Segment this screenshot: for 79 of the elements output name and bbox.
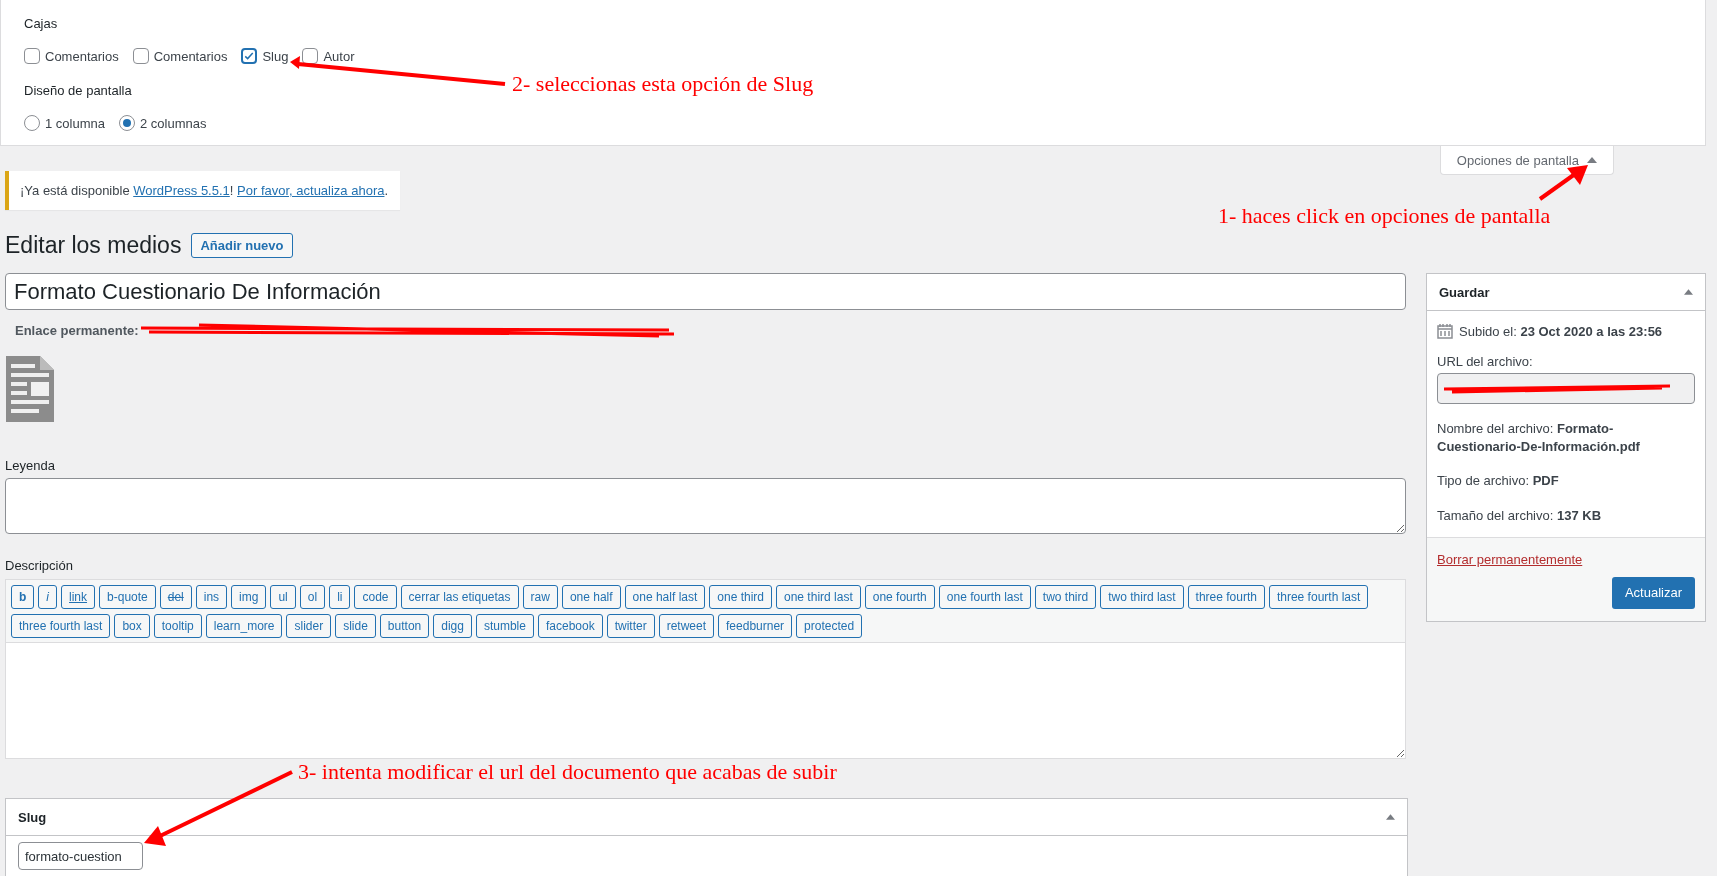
format-button[interactable]: protected	[796, 614, 863, 638]
title-field[interactable]: Formato Cuestionario De Información	[5, 273, 1406, 310]
section-heading: Diseño de pantalla	[24, 83, 132, 98]
format-button[interactable]: cerrar las etiquetas	[400, 585, 519, 609]
format-button[interactable]: del	[159, 585, 192, 609]
section-heading: Cajas	[24, 16, 58, 31]
format-button[interactable]: one fourth	[864, 585, 935, 609]
format-button[interactable]: feedburner	[718, 614, 793, 638]
annotation-text: 1- haces click en opciones de pantalla	[1218, 203, 1551, 229]
upload-date: Subido el: 23 Oct 2020 a las 23:56	[1459, 323, 1663, 339]
caret-icon	[1587, 157, 1597, 163]
format-button[interactable]: three fourth	[1187, 585, 1265, 609]
document-icon	[6, 356, 54, 422]
permalink-label: Enlace permanente:	[15, 322, 139, 338]
format-button[interactable]: img	[231, 585, 267, 609]
slug-field[interactable]: formato-cuestion	[18, 842, 143, 870]
format-button[interactable]: two third last	[1100, 585, 1184, 609]
format-button[interactable]: twitter	[606, 614, 655, 638]
format-button[interactable]: code	[354, 585, 397, 609]
checkbox[interactable]	[302, 48, 319, 64]
format-button[interactable]: slide	[335, 614, 376, 638]
notice-text: ¡Ya está disponible WordPress 5.5.1! Por favor, actualiza ahora.	[20, 183, 389, 198]
screen-options-tab[interactable]: Opciones de pantalla	[1439, 146, 1614, 175]
format-button[interactable]: stumble	[475, 614, 534, 638]
format-button[interactable]: one half last	[624, 585, 706, 609]
radio-button[interactable]	[119, 115, 135, 131]
checkbox[interactable]	[132, 48, 149, 64]
url-field[interactable]	[1437, 373, 1695, 404]
format-button[interactable]: link	[61, 585, 96, 609]
format-button[interactable]: raw	[522, 585, 558, 609]
format-button[interactable]: li	[329, 585, 351, 609]
wordpress-link[interactable]: WordPress 5.5.1	[133, 183, 230, 198]
format-button[interactable]: slider	[286, 614, 332, 638]
file-size: Tamaño del archivo: 137 KB	[1437, 506, 1603, 525]
format-button[interactable]: b	[11, 585, 35, 609]
format-button[interactable]: one fourth last	[938, 585, 1031, 609]
annotation-text: 3- intenta modificar el url del documento que acabas de subir	[298, 759, 837, 785]
format-button[interactable]: retweet	[658, 614, 715, 638]
radio-button[interactable]	[24, 115, 40, 131]
format-button[interactable]: tooltip	[153, 614, 202, 638]
format-button[interactable]: ins	[195, 585, 228, 609]
caret-icon[interactable]	[1684, 289, 1693, 295]
calendar-icon	[1437, 323, 1453, 339]
page-title: Editar los medios	[5, 231, 182, 259]
caret-icon[interactable]	[1386, 814, 1395, 820]
file-type: Tipo de archivo: PDF	[1437, 472, 1560, 491]
checkbox[interactable]	[241, 48, 258, 64]
file-name: Nombre del archivo: Formato-Cuestionario-De-Información.pdf	[1437, 420, 1641, 457]
format-button[interactable]: box	[114, 614, 150, 638]
format-button[interactable]: facebook	[537, 614, 603, 638]
checkbox[interactable]	[24, 48, 40, 64]
checkbox-label: Comentarios	[45, 48, 119, 64]
annotation-text: 2- seleccionas esta opción de Slug	[512, 71, 814, 97]
radio-label: 2 columnas	[140, 115, 207, 131]
description-label: Descripción	[5, 558, 73, 573]
update-button[interactable]: Actualizar	[1611, 576, 1695, 609]
format-button[interactable]: i	[38, 585, 57, 609]
format-button[interactable]: two third	[1034, 585, 1097, 609]
add-new-button[interactable]: Añadir nuevo	[191, 232, 293, 258]
checkbox-label: Comentarios	[153, 48, 228, 64]
format-button[interactable]: one half	[561, 585, 621, 609]
checkbox-label: Slug	[262, 48, 289, 64]
format-button[interactable]: ul	[270, 585, 296, 609]
format-button[interactable]: digg	[433, 614, 472, 638]
format-button[interactable]: b-quote	[99, 585, 156, 609]
radio-label: 1 columna	[45, 115, 105, 131]
checkbox-label: Autor	[323, 48, 355, 64]
format-button[interactable]: three fourth last	[1268, 585, 1369, 609]
format-button[interactable]: one third last	[776, 585, 861, 609]
panel-title: Slug	[18, 809, 47, 825]
format-button[interactable]: button	[379, 614, 430, 638]
format-button[interactable]: three fourth last	[11, 614, 111, 638]
format-button[interactable]: one third	[709, 585, 772, 609]
format-button[interactable]: learn_more	[205, 614, 283, 638]
url-label: URL del archivo:	[1437, 354, 1534, 369]
format-button[interactable]: ol	[299, 585, 326, 609]
caption-label: Leyenda	[5, 458, 55, 473]
delete-link[interactable]: Borrar permanentemente	[1437, 551, 1583, 567]
panel-title: Guardar	[1439, 284, 1490, 300]
